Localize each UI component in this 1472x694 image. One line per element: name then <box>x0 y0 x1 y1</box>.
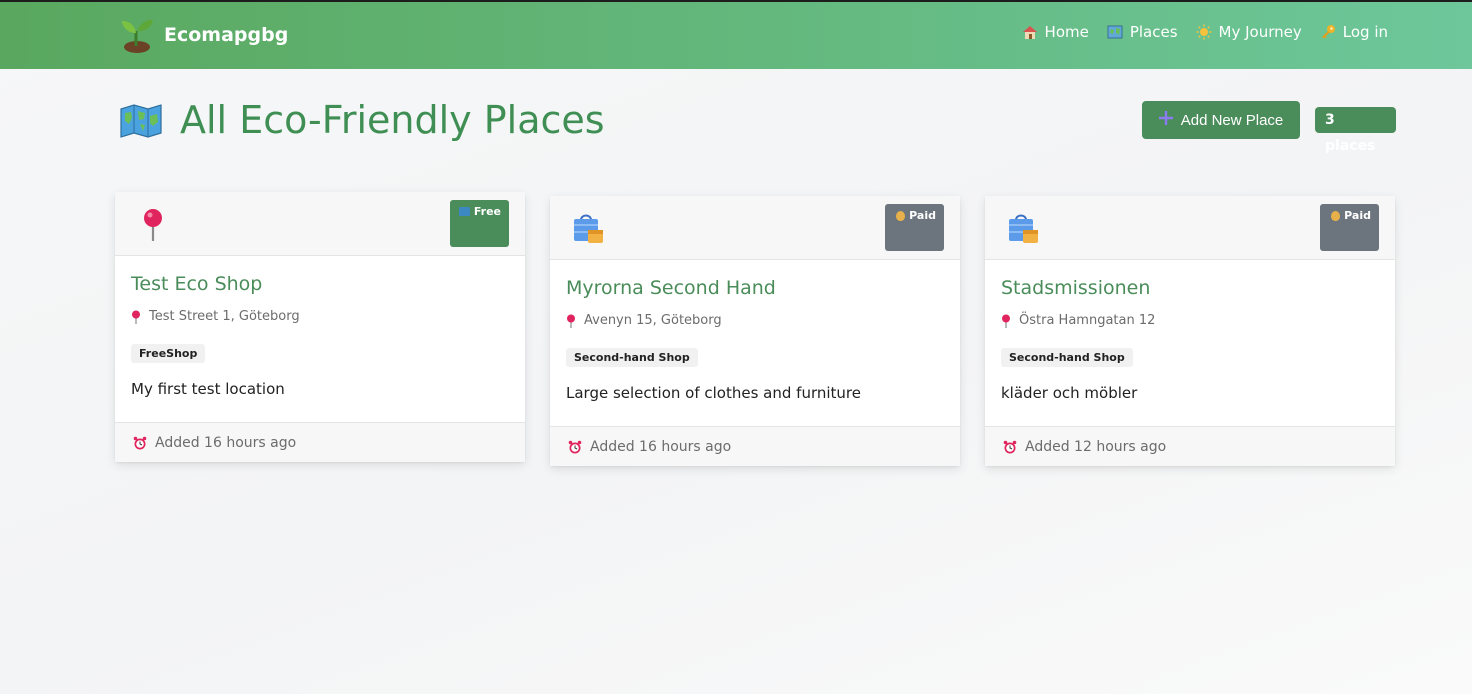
alarm-clock-icon <box>133 436 147 450</box>
place-card: Paid Myrorna Second Hand Avenyn 15, Göte… <box>550 196 960 466</box>
added-time: Added 16 hours ago <box>590 438 732 455</box>
money-bag-icon <box>896 211 906 221</box>
page-title-text: All Eco-Friendly Places <box>180 98 605 142</box>
card-header: Paid <box>985 196 1395 260</box>
place-title[interactable]: Myrorna Second Hand <box>566 277 944 299</box>
card-footer: Added 16 hours ago <box>550 426 960 466</box>
card-header: Paid <box>550 196 960 260</box>
free-icon <box>458 207 470 216</box>
place-card: Paid Stadsmissionen Östra Hamngatan 12 S… <box>985 196 1395 466</box>
place-address-text: Test Street 1, Göteborg <box>149 309 300 324</box>
price-tag: Free <box>450 200 509 247</box>
category-badge: Second-hand Shop <box>1001 348 1133 367</box>
house-icon <box>1022 24 1038 40</box>
shopping-bag-icon <box>572 212 604 246</box>
money-bag-icon <box>1331 211 1341 221</box>
sun-icon <box>1196 24 1212 40</box>
nav-login-label: Log in <box>1342 23 1388 41</box>
nav-journey-link[interactable]: My Journey <box>1196 23 1302 41</box>
place-description: Large selection of clothes and furniture <box>566 384 861 402</box>
nav-home-link[interactable]: Home <box>1022 23 1089 41</box>
place-description: My first test location <box>131 380 285 398</box>
pin-icon <box>566 314 576 328</box>
category-badge: FreeShop <box>131 344 206 363</box>
nav-places-label: Places <box>1129 23 1178 41</box>
add-new-place-button[interactable]: Add New Place <box>1142 101 1300 139</box>
nav-login-link[interactable]: Log in <box>1320 23 1388 41</box>
place-card: Free Test Eco Shop Test Street 1, Götebo… <box>115 192 525 462</box>
price-label: Paid <box>1344 209 1371 222</box>
card-body: Myrorna Second Hand Avenyn 15, Göteborg … <box>550 260 960 426</box>
place-title[interactable]: Test Eco Shop <box>131 273 509 295</box>
nav-places-link[interactable]: Places <box>1107 23 1178 41</box>
card-header: Free <box>115 192 525 256</box>
page-title: All Eco-Friendly Places <box>120 98 605 142</box>
category-badge: Second-hand Shop <box>566 348 698 367</box>
added-time: Added 16 hours ago <box>155 434 297 451</box>
card-footer: Added 16 hours ago <box>115 422 525 462</box>
places-count-badge: 3 places <box>1315 107 1396 154</box>
place-address: Test Street 1, Göteborg <box>131 309 509 324</box>
nav-journey-label: My Journey <box>1218 23 1302 41</box>
plus-icon <box>1158 111 1173 129</box>
place-address-text: Avenyn 15, Göteborg <box>584 313 722 328</box>
seedling-icon <box>120 17 154 53</box>
price-label: Paid <box>909 209 936 222</box>
brand-link[interactable]: Ecomapgbg <box>120 16 288 54</box>
place-address-text: Östra Hamngatan 12 <box>1019 313 1156 328</box>
place-address: Avenyn 15, Göteborg <box>566 313 944 328</box>
place-title[interactable]: Stadsmissionen <box>1001 277 1379 299</box>
place-description: kläder och möbler <box>1001 384 1138 402</box>
card-body: Test Eco Shop Test Street 1, Göteborg Fr… <box>115 256 525 422</box>
alarm-clock-icon <box>1003 440 1017 454</box>
nav-links: Home Places My Journey Log in <box>1022 23 1388 41</box>
price-label: Free <box>473 205 501 218</box>
place-address: Östra Hamngatan 12 <box>1001 313 1379 328</box>
card-footer: Added 12 hours ago <box>985 426 1395 466</box>
map-icon <box>1107 24 1123 40</box>
price-tag: Paid <box>1320 204 1379 251</box>
pin-icon <box>131 310 141 324</box>
alarm-clock-icon <box>568 440 582 454</box>
key-icon <box>1320 24 1336 40</box>
top-navbar: Ecomapgbg Home Places My Journey Log in <box>0 0 1472 69</box>
add-new-place-label: Add New Place <box>1180 111 1284 129</box>
added-time: Added 12 hours ago <box>1025 438 1167 455</box>
pin-icon <box>1001 314 1011 328</box>
nav-home-label: Home <box>1044 23 1089 41</box>
price-tag: Paid <box>885 204 944 251</box>
round-pushpin-icon <box>137 208 169 242</box>
brand-name: Ecomapgbg <box>164 24 289 46</box>
shopping-bag-icon <box>1007 212 1039 246</box>
world-map-icon <box>120 103 162 138</box>
page-header: All Eco-Friendly Places Add New Place 3 … <box>120 98 1396 154</box>
card-body: Stadsmissionen Östra Hamngatan 12 Second… <box>985 260 1395 426</box>
